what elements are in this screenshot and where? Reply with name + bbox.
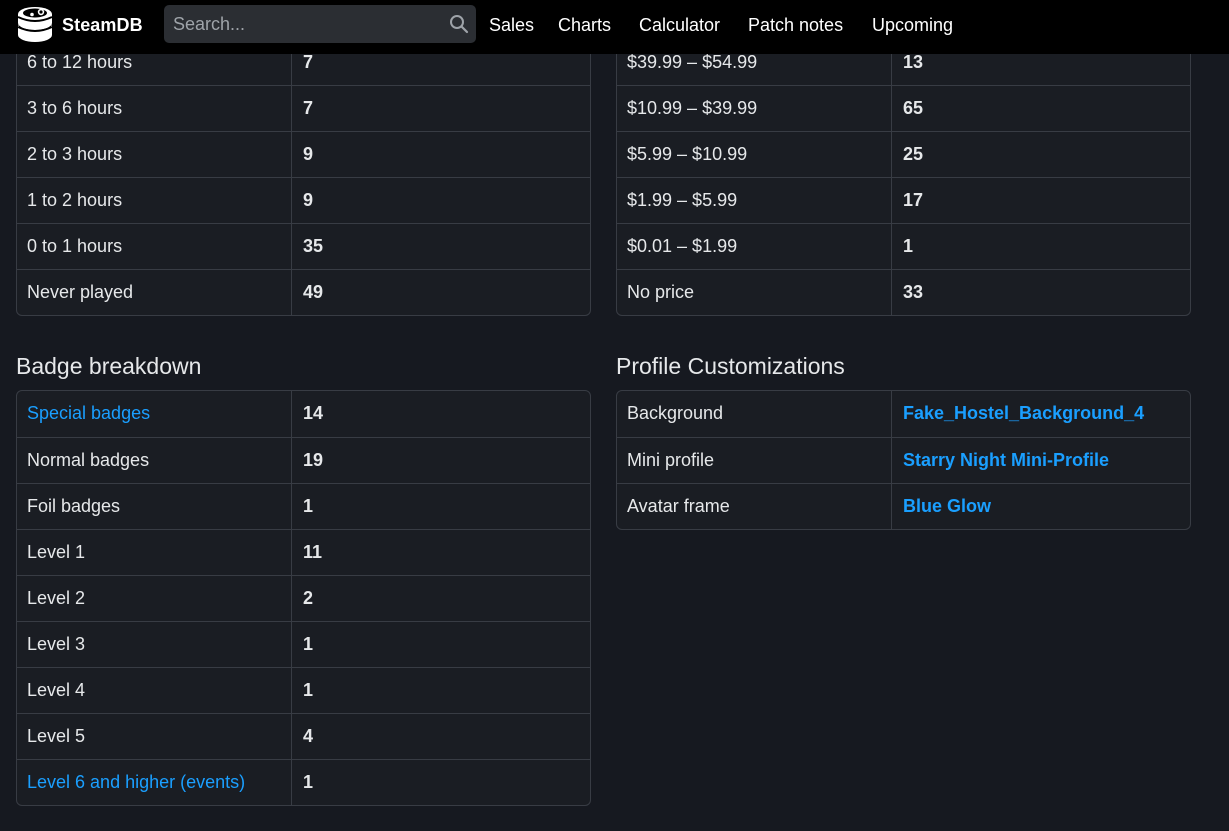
table-row: 0 to 1 hours 35 [17, 223, 590, 269]
cell-value: 9 [303, 144, 314, 164]
table-row: Level 4 1 [17, 667, 590, 713]
background-link[interactable]: Fake_Hostel_Background_4 [903, 403, 1144, 423]
search-icon[interactable] [449, 14, 469, 34]
table-row: Level 2 2 [17, 575, 590, 621]
cell-label: Level 4 [17, 668, 292, 713]
cell-label: 2 to 3 hours [17, 132, 292, 177]
cell-label: $10.99 – $39.99 [617, 86, 892, 131]
nav-sales[interactable]: Sales [489, 0, 534, 50]
table-row: Normal badges 19 [17, 437, 590, 483]
nav-calculator[interactable]: Calculator [639, 0, 720, 50]
cell-label: No price [617, 270, 892, 315]
avatar-frame-link[interactable]: Blue Glow [903, 496, 991, 516]
cell-value: 49 [303, 282, 324, 302]
level-6-events-link[interactable]: Level 6 and higher (events) [27, 772, 245, 792]
nav-upcoming[interactable]: Upcoming [872, 0, 953, 50]
cell-label: 0 to 1 hours [17, 224, 292, 269]
table-row: Mini profile Starry Night Mini-Profile [617, 437, 1190, 483]
cell-value: 14 [303, 403, 324, 423]
cell-value: 1 [303, 496, 314, 516]
mini-profile-link[interactable]: Starry Night Mini-Profile [903, 450, 1109, 470]
top-navigation-bar: SteamDB Sales Charts Calculator Patch no… [0, 0, 1229, 54]
nav-patch-notes[interactable]: Patch notes [748, 0, 843, 50]
table-row: $5.99 – $10.99 25 [617, 131, 1190, 177]
cell-value: 19 [303, 450, 324, 470]
cell-value: 1 [303, 772, 314, 792]
badge-breakdown-title: Badge breakdown [16, 353, 202, 379]
cell-label: Mini profile [617, 438, 892, 483]
cell-value: Blue Glow [892, 484, 1190, 529]
cell-value: 1 [303, 680, 314, 700]
cell-value: 1 [903, 236, 914, 256]
profile-customizations-table: Background Fake_Hostel_Background_4 Mini… [616, 390, 1191, 530]
table-row: 1 to 2 hours 9 [17, 177, 590, 223]
table-row: Level 3 1 [17, 621, 590, 667]
cell-label: $1.99 – $5.99 [617, 178, 892, 223]
cell-label: $5.99 – $10.99 [617, 132, 892, 177]
table-row: Level 1 11 [17, 529, 590, 575]
cell-label: 1 to 2 hours [17, 178, 292, 223]
cell-value: 11 [303, 542, 323, 562]
table-row: Level 5 4 [17, 713, 590, 759]
table-row: Never played 49 [17, 269, 590, 315]
cell-label: Level 2 [17, 576, 292, 621]
cell-label: Background [617, 391, 892, 437]
cell-value: 7 [303, 98, 314, 118]
special-badges-link[interactable]: Special badges [27, 403, 150, 423]
cell-label: Special badges [17, 391, 292, 437]
cell-value: 33 [903, 282, 924, 302]
cell-label: Level 5 [17, 714, 292, 759]
table-row: 3 to 6 hours 7 [17, 85, 590, 131]
cell-label: $0.01 – $1.99 [617, 224, 892, 269]
table-row: Avatar frame Blue Glow [617, 483, 1190, 529]
cell-label: Normal badges [17, 438, 292, 483]
table-row: $1.99 – $5.99 17 [617, 177, 1190, 223]
cell-value: 17 [903, 190, 924, 210]
cell-label: 3 to 6 hours [17, 86, 292, 131]
table-row: $0.01 – $1.99 1 [617, 223, 1190, 269]
steamdb-home-link[interactable]: SteamDB [15, 5, 143, 45]
table-row: Background Fake_Hostel_Background_4 [617, 391, 1190, 437]
profile-customizations-title: Profile Customizations [616, 353, 845, 379]
cell-label: Level 6 and higher (events) [17, 760, 292, 805]
cell-value: 1 [303, 634, 314, 654]
cell-value: 4 [303, 726, 314, 746]
table-row: Level 6 and higher (events) 1 [17, 759, 590, 805]
brand-name: SteamDB [62, 14, 143, 35]
table-row: Special badges 14 [17, 391, 590, 437]
search-input[interactable] [164, 5, 434, 43]
cell-label: Level 3 [17, 622, 292, 667]
cell-value: 35 [303, 236, 324, 256]
table-row: Foil badges 1 [17, 483, 590, 529]
steamdb-logo-icon [17, 7, 53, 42]
table-row: 2 to 3 hours 9 [17, 131, 590, 177]
cell-value: 2 [303, 588, 314, 608]
search-box [164, 5, 476, 43]
cell-value: 9 [303, 190, 314, 210]
table-row: $10.99 – $39.99 65 [617, 85, 1190, 131]
cell-value: Fake_Hostel_Background_4 [892, 391, 1190, 437]
cell-value: 65 [903, 98, 924, 118]
cell-label: Never played [17, 270, 292, 315]
table-row: No price 33 [617, 269, 1190, 315]
cell-value: 25 [903, 144, 924, 164]
cell-label: Level 1 [17, 530, 292, 575]
nav-charts[interactable]: Charts [558, 0, 611, 50]
badge-breakdown-table: Special badges 14 Normal badges 19 Foil … [16, 390, 591, 806]
cell-label: Foil badges [17, 484, 292, 529]
cell-value: Starry Night Mini-Profile [892, 438, 1190, 483]
cell-label: Avatar frame [617, 484, 892, 529]
